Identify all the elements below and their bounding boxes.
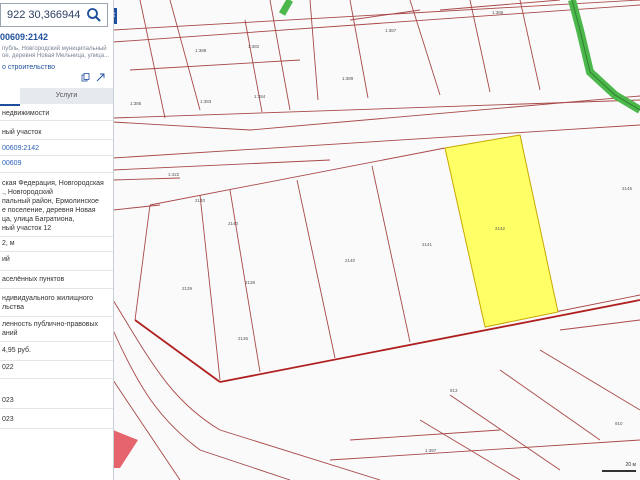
search-icon[interactable] [85,6,103,24]
cadastral-number-title: 00609:2142 [0,32,49,42]
address-preview: публь, Новгородский муниципальный [2,46,107,52]
parcel-label: 2139 [182,286,193,291]
parcel-label: 1:382 [248,44,260,49]
row-link[interactable]: 00609 [2,160,21,167]
row-text: ленность публично-правовых [2,321,99,328]
search-box[interactable]: 922 30,366944 [0,3,108,27]
panel-tabs: Услуги [0,88,113,106]
parcel-label: 2145 [622,186,633,191]
row-text: аселённых пунктов [2,276,65,283]
row-link[interactable]: 00609:2142 [2,145,39,152]
row-text: ий [2,256,10,263]
parcel-label: 813 [450,388,458,393]
status-text: о строительство [2,64,55,71]
parcel-label: 2136 [238,336,249,341]
row-text: ндивидуального жилищного [2,295,94,302]
parcel-label: 1:384 [254,94,266,99]
info-panel: 922 30,366944 00609:2142 публь, Новгород… [0,0,114,480]
parcel-label: 910 [615,421,623,426]
parcel-label: 2141 [422,242,433,247]
search-input[interactable]: 922 30,366944 [7,9,80,21]
share-icon[interactable] [96,73,105,82]
row-text: 2, м [2,240,15,247]
row-text: 022 [2,364,14,371]
parcel-label: 2142 [495,226,506,231]
tab-services[interactable]: Услуги [20,88,113,104]
address-preview: ое, деревня Новая Мельница, улица... [2,53,110,59]
parcel-label: 2138 [245,280,256,285]
row-text: недвижимости [2,110,50,117]
row-text: ца, улица Багратиона, [2,216,75,223]
row-text: 4,95 руб. [2,347,31,354]
copy-icon[interactable] [81,73,90,82]
parcel-label: 2143 [228,221,239,226]
parcel-label: 2140 [345,258,356,263]
parcel-label: 1:397 [425,448,437,453]
scale-label: 20 м [625,462,636,468]
parcel-label: 1:388 [195,48,207,53]
row-text: ская Федерация, Новгородская [2,180,104,187]
parcel-label: 2140 [195,198,206,203]
row-text: е поселение, деревня Новая [2,207,96,214]
row-text: льства [2,304,24,311]
row-text: пальный район, Ермолинское [2,198,99,205]
parcel-label: 1:389 [342,76,354,81]
parcel-label: 1:386 [492,10,504,15]
row-text: ный участок [2,129,42,136]
map-scale: 20 м [602,462,638,472]
parcel-label: 1:385 [130,101,142,106]
parcel-label: 1:387 [385,28,397,33]
parcel-label: 1:422 [168,172,180,177]
tab-info[interactable] [0,88,20,106]
row-text: ный участок 12 [2,225,52,232]
row-text: 023 [2,416,14,423]
row-text: аний [2,330,18,337]
row-text: 023 [2,397,14,404]
row-text: ., Новгородский [2,189,53,196]
parcel-label: 1:383 [200,99,212,104]
